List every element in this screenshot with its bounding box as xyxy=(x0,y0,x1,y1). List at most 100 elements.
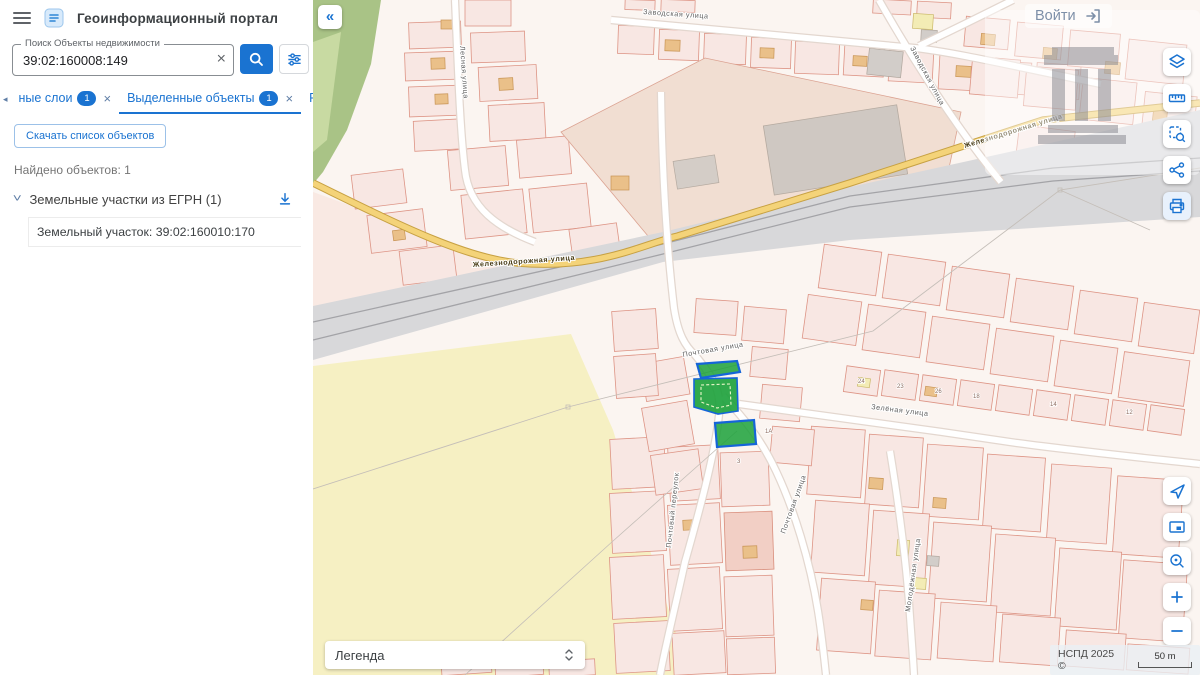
search-button[interactable] xyxy=(240,44,273,74)
tab-label: Выделенные объекты xyxy=(127,91,254,105)
legend-dropdown[interactable]: Легенда xyxy=(325,641,585,669)
parcel-polygon xyxy=(1010,278,1074,330)
parcel-polygon xyxy=(882,254,946,306)
parcel-polygon xyxy=(937,602,997,662)
svg-text:26: 26 xyxy=(935,389,942,395)
download-list-button[interactable]: Скачать список объектов xyxy=(14,124,166,148)
tab-close-icon[interactable]: × xyxy=(285,91,293,106)
svg-text:24: 24 xyxy=(858,379,865,385)
login-button[interactable]: Войти xyxy=(1025,4,1112,28)
parcel-polygon xyxy=(807,426,866,498)
tab-active-layers[interactable]: ные слои 1 × xyxy=(11,85,120,114)
tab-badge: 1 xyxy=(77,91,96,106)
search-field[interactable]: Поиск Объекты недвижимости × xyxy=(12,44,234,76)
parcel-polygon xyxy=(946,266,1010,318)
results-panel: Скачать список объектов Найдено объектов… xyxy=(0,114,313,247)
parcel-polygon xyxy=(995,385,1032,415)
tab-bar: ◂ ные слои 1 × Выделенные объекты 1 × Ре… xyxy=(0,84,313,114)
share-button[interactable] xyxy=(1163,156,1191,184)
results-group-header[interactable]: ˅ Земельные участки из ЕГРН (1) xyxy=(14,191,301,207)
chevron-down-icon[interactable]: ˅ xyxy=(13,193,22,205)
building-polygon xyxy=(869,478,884,490)
map-canvas[interactable]: Заводская улица Лесная улица Заводская у… xyxy=(313,0,1200,675)
attribution-text: НСПД 2025 © xyxy=(1058,648,1124,672)
building-polygon xyxy=(743,546,757,558)
parcel-polygon xyxy=(1074,290,1138,342)
parcel-polygon xyxy=(694,299,738,336)
search-input[interactable] xyxy=(13,45,233,75)
parcel-polygon xyxy=(818,244,882,296)
parcel-polygon xyxy=(642,400,695,451)
parcel-polygon xyxy=(750,346,788,379)
parcel-polygon xyxy=(724,511,774,571)
tab-selected-objects[interactable]: Выделенные объекты 1 × xyxy=(119,85,301,114)
building-polygon xyxy=(760,48,774,58)
parcel-polygon xyxy=(794,41,839,75)
building-polygon xyxy=(867,48,904,77)
parcel-polygon xyxy=(720,451,770,507)
map-attribution: НСПД 2025 © 50 m xyxy=(1050,645,1200,675)
parcel-polygon xyxy=(447,146,508,191)
tab-badge: 1 xyxy=(259,91,278,106)
tab-scroll-left-icon[interactable]: ◂ xyxy=(0,94,11,105)
layers-button[interactable] xyxy=(1163,48,1191,76)
parcel-polygon xyxy=(516,136,571,178)
tab-close-icon[interactable]: × xyxy=(103,91,111,106)
tab-label: ные слои xyxy=(19,91,73,105)
area-search-button[interactable] xyxy=(1163,120,1191,148)
parcel-polygon xyxy=(1118,352,1190,407)
parcel-polygon xyxy=(990,328,1054,382)
parcel-polygon xyxy=(470,31,525,63)
menu-icon[interactable] xyxy=(13,12,31,24)
svg-text:12: 12 xyxy=(1126,410,1133,416)
found-count: Найдено объектов: 1 xyxy=(14,163,301,177)
parcel-polygon xyxy=(811,500,870,576)
parcel-polygon xyxy=(672,631,726,675)
parcel-item-label: Земельный участок: 39:02:160010:170 xyxy=(37,225,255,239)
parcel-polygon xyxy=(724,575,774,637)
filter-button[interactable] xyxy=(279,44,309,74)
building-polygon xyxy=(431,58,445,69)
my-location-button[interactable] xyxy=(1163,477,1191,505)
zoom-in-button[interactable] xyxy=(1163,583,1191,611)
parcel-polygon xyxy=(1071,395,1108,425)
zoom-out-button[interactable] xyxy=(1163,617,1191,645)
parcel-polygon xyxy=(1138,302,1200,353)
building-polygon xyxy=(441,20,453,29)
scale-bar: 50 m xyxy=(1138,652,1192,669)
parcel-polygon xyxy=(982,454,1045,532)
print-button[interactable] xyxy=(1163,192,1191,220)
parcel-polygon xyxy=(609,491,666,554)
parcel-polygon xyxy=(618,25,655,54)
building-polygon xyxy=(861,600,874,611)
clear-search-icon[interactable]: × xyxy=(217,51,226,67)
ruler-button[interactable] xyxy=(1163,84,1191,112)
parcel-polygon xyxy=(529,183,591,233)
parcel-polygon xyxy=(1054,340,1118,394)
sidebar: Геоинформационный портал Поиск Объекты н… xyxy=(0,0,313,675)
geo-search-button[interactable] xyxy=(1163,547,1191,575)
svg-text:14: 14 xyxy=(1050,402,1057,408)
parcel-polygon xyxy=(488,103,546,142)
building-polygon xyxy=(913,13,934,29)
app-logo-icon xyxy=(44,8,64,28)
parcel-polygon xyxy=(1046,464,1111,544)
tab-search-results[interactable]: Результаты по xyxy=(301,85,313,113)
parcel-polygon xyxy=(1054,548,1121,630)
legend-label: Легенда xyxy=(335,648,384,663)
parcel-polygon xyxy=(923,444,984,520)
parcel-list-item[interactable]: Земельный участок: 39:02:160010:170 xyxy=(28,217,301,247)
svg-text:18: 18 xyxy=(973,394,980,400)
minimap-button[interactable] xyxy=(1163,513,1191,541)
login-label: Войти xyxy=(1035,8,1076,24)
search-icon xyxy=(248,51,265,68)
sort-chevrons-icon xyxy=(563,648,575,662)
app-title: Геоинформационный портал xyxy=(77,11,278,26)
download-icon[interactable] xyxy=(277,191,293,207)
sidebar-header: Геоинформационный портал xyxy=(0,0,313,36)
parcel-polygon xyxy=(612,309,659,352)
parcel-polygon xyxy=(465,0,511,26)
parcel-polygon xyxy=(802,294,862,345)
collapse-sidebar-button[interactable]: « xyxy=(318,5,342,29)
parcel-polygon xyxy=(770,426,815,466)
